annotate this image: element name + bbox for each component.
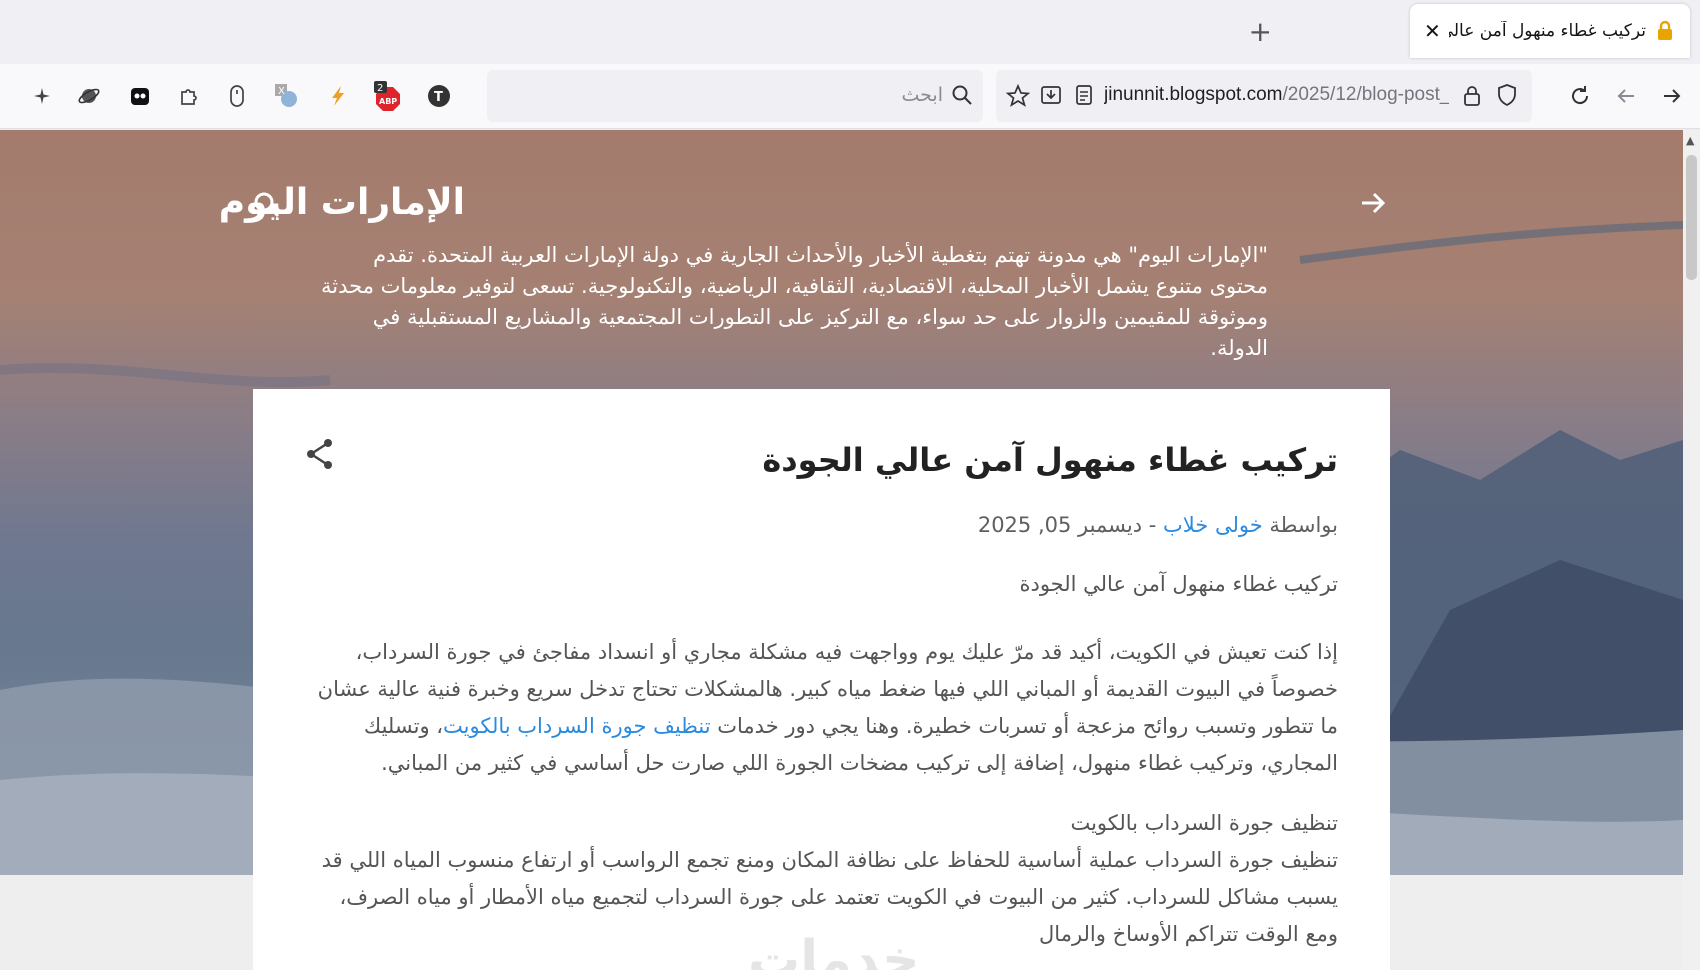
svg-text:ABP: ABP [379,97,397,106]
url-bar[interactable]: jinunnit.blogspot.com/2025/12/blog-post_… [996,70,1532,122]
new-tab-button[interactable]: + [1249,18,1272,46]
post-subheading: تنظيف جورة السرداب بالكويت [1070,811,1338,835]
tab-active[interactable]: تركيب غطاء منهول آمن عالي الجودة ✕ [1410,4,1690,58]
url-text[interactable]: jinunnit.blogspot.com/2025/12/blog-post_… [1104,84,1449,106]
ghost-icon[interactable] [124,80,156,112]
download-page-icon[interactable] [1040,84,1062,106]
search-bar[interactable]: ابحث [487,70,983,122]
watermark-text: خدمات [748,930,920,970]
blog-title[interactable]: الإمارات اليوم [219,182,465,223]
shield-icon[interactable] [1496,83,1518,107]
tab-title: تركيب غطاء منهول آمن عالي الجودة [1449,21,1646,41]
adblock-icon[interactable]: 2 ABP [372,80,404,112]
svg-text:2: 2 [377,83,383,94]
t-icon[interactable]: T [423,80,455,112]
url-path: /2025/12/blog-post_5. [1282,84,1450,105]
search-icon [952,85,972,105]
sparkle-icon[interactable] [26,80,58,112]
page-viewport: الإمارات اليوم "الإمارات اليوم" هي مدونة… [0,130,1683,970]
post-intro: تركيب غطاء منهول آمن عالي الجودة [1019,572,1338,596]
padlock-warning-icon [1658,20,1672,40]
svg-text:T: T [434,90,443,105]
tab-strip: + تركيب غطاء منهول آمن عالي الجودة ✕ [0,0,1700,64]
share-icon[interactable] [305,437,335,471]
post-card: تركيب غطاء منهول آمن عالي الجودة بواسطة … [253,389,1390,970]
byline-prefix: بواسطة [1269,513,1338,537]
tab-close-icon[interactable]: ✕ [1424,19,1441,43]
post-byline: بواسطة خولى خلاب - ديسمبر 05, 2025 [978,513,1338,537]
post-title: تركيب غطاء منهول آمن عالي الجودة [762,441,1338,479]
translate-icon[interactable]: X [270,80,302,112]
back-icon[interactable] [1610,80,1642,112]
lightning-icon[interactable] [322,80,354,112]
lock-icon[interactable] [1462,84,1482,108]
mouse-icon[interactable] [221,80,253,112]
bookmark-star-icon[interactable] [1006,84,1030,108]
page-scrollbar[interactable]: ▲ [1683,130,1700,970]
forward-icon[interactable] [1656,80,1688,112]
jura-cleaning-link[interactable]: تنظيف جورة السرداب بالكويت [443,714,711,738]
scroll-up-icon[interactable]: ▲ [1686,134,1694,147]
scroll-thumb[interactable] [1686,155,1697,280]
url-host: jinunnit.blogspot.com [1104,84,1283,105]
search-placeholder: ابحث [901,84,944,106]
puzzle-icon[interactable] [172,80,204,112]
page-info-icon[interactable] [1074,84,1094,106]
navigation-toolbar: X 2 ABP T ابحث jinunnit.blogspot.com/202… [0,64,1700,129]
menu-arrow-icon[interactable] [1358,188,1388,218]
reload-icon[interactable] [1564,80,1596,112]
author-link[interactable]: خولى خلاب [1163,513,1263,537]
post-paragraph-1: إذا كنت تعيش في الكويت، أكيد قد مرّ عليك… [305,634,1338,782]
blog-description: "الإمارات اليوم" هي مدونة تهتم بتغطية ال… [321,243,1268,360]
post-date: - ديسمبر 05, 2025 [977,513,1157,537]
svg-text:X: X [278,86,285,97]
planet-icon[interactable] [73,80,105,112]
